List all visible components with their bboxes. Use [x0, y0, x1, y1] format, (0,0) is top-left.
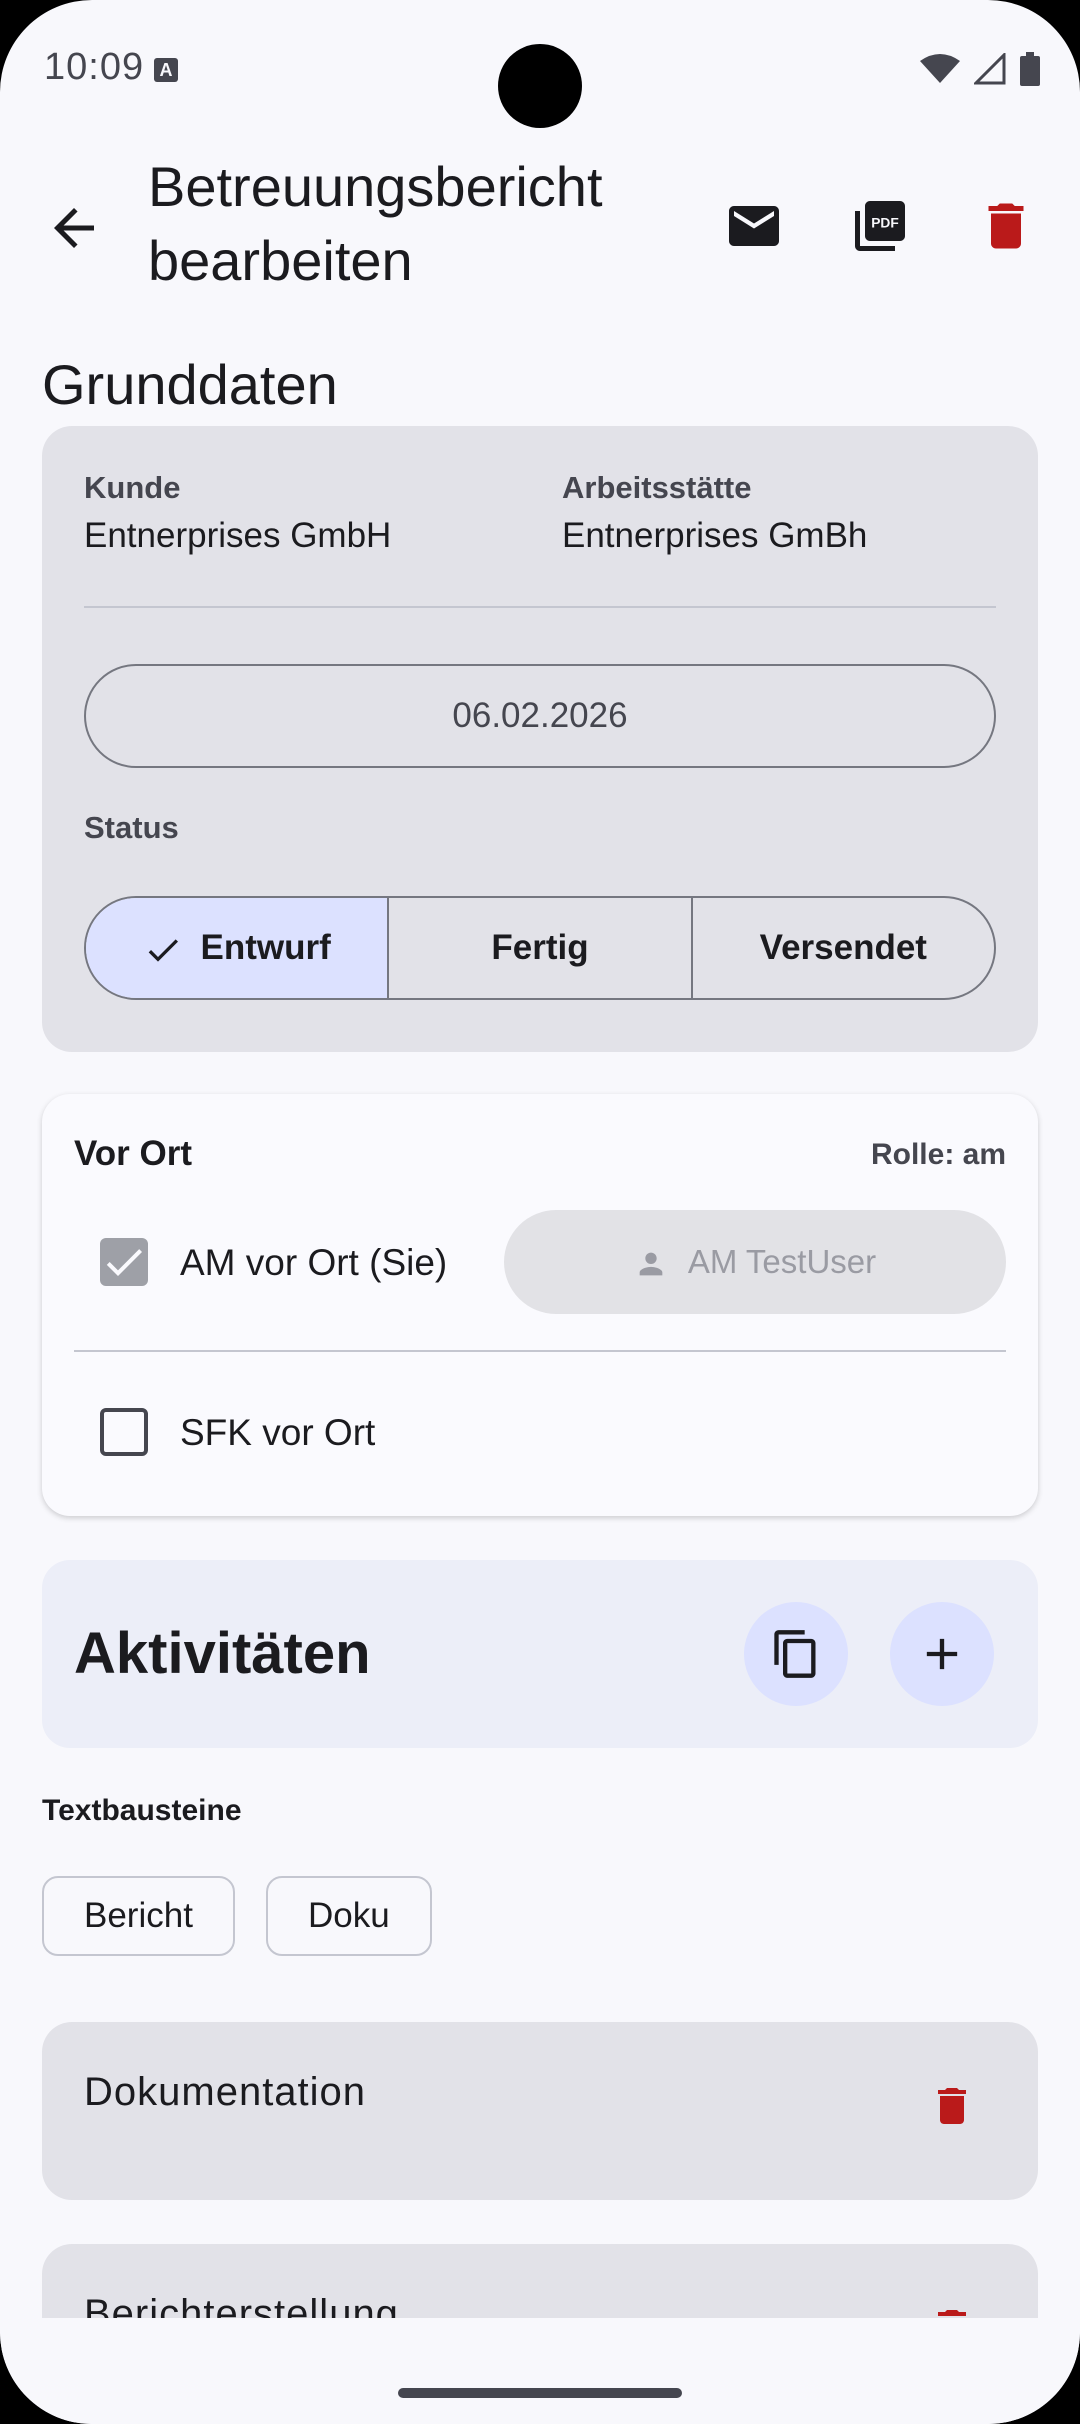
battery-icon — [1020, 52, 1040, 86]
am-vor-ort-checkbox[interactable] — [100, 1238, 148, 1286]
arbeitsstaette-label: Arbeitsstätte — [562, 470, 752, 505]
arbeitsstaette-value: Entnerprises GmBh — [562, 516, 868, 555]
am-user-field: AM TestUser — [504, 1210, 1006, 1314]
kunde-label: Kunde — [84, 470, 181, 505]
chip-bericht[interactable]: Bericht — [42, 1876, 235, 1956]
status-segmented-control: Entwurf Fertig Versendet — [84, 896, 996, 1000]
sfk-vor-ort-label: SFK vor Ort — [180, 1412, 376, 1453]
activity-card-dokumentation[interactable]: Dokumentation — [42, 2022, 1038, 2200]
copy-button[interactable] — [744, 1602, 848, 1706]
page-title-line2: bearbeiten — [148, 229, 413, 292]
home-indicator[interactable] — [398, 2388, 682, 2398]
mail-icon[interactable] — [724, 196, 784, 256]
status-option-label: Fertig — [491, 928, 589, 967]
back-arrow-icon[interactable] — [44, 198, 104, 258]
am-vor-ort-label: AM vor Ort (Sie) — [180, 1242, 448, 1283]
status-time: 10:09 — [44, 46, 145, 88]
section-title-grunddaten: Grunddaten — [42, 353, 338, 416]
activity-title: Dokumentation — [84, 2070, 367, 2114]
svg-text:PDF: PDF — [871, 215, 899, 230]
status-label: Status — [84, 810, 179, 845]
status-option-label: Entwurf — [200, 928, 331, 967]
status-option-fertig[interactable]: Fertig — [387, 898, 690, 998]
copy-icon — [774, 1630, 816, 1678]
navigation-bar — [0, 2318, 1080, 2424]
role-label: Rolle: am — [870, 1138, 1006, 1171]
vor-ort-title: Vor Ort — [74, 1134, 192, 1173]
status-icons — [920, 52, 1040, 86]
sfk-vor-ort-checkbox[interactable] — [100, 1408, 148, 1456]
grunddaten-card: Kunde Entnerprises GmbH Arbeitsstätte En… — [42, 426, 1038, 1052]
am-user-name: AM TestUser — [687, 1243, 877, 1280]
check-icon — [106, 1249, 142, 1276]
delete-icon[interactable] — [976, 196, 1036, 256]
divider — [74, 1350, 1006, 1352]
add-activity-button[interactable] — [890, 1602, 994, 1706]
divider — [84, 606, 996, 608]
aktivitaeten-title: Aktivitäten — [74, 1621, 371, 1686]
date-button[interactable]: 06.02.2026 — [84, 664, 996, 768]
delete-icon[interactable] — [928, 2082, 976, 2130]
person-icon — [639, 1252, 663, 1276]
vor-ort-card: Vor Ort Rolle: am AM vor Ort (Sie) AM Te… — [42, 1094, 1038, 1516]
kunde-value: Entnerprises GmbH — [84, 516, 392, 555]
screen: 10:09 A Betreuungsbericht bearbeiten PDF… — [0, 0, 1080, 2424]
status-option-entwurf[interactable]: Entwurf — [86, 898, 388, 998]
check-icon — [148, 939, 178, 962]
add-icon — [926, 1638, 958, 1670]
pdf-icon[interactable]: PDF — [850, 196, 910, 256]
textbausteine-label: Textbausteine — [42, 1794, 242, 1827]
aktivitaeten-header: Aktivitäten — [42, 1560, 1038, 1748]
page-title: Betreuungsbericht bearbeiten — [148, 150, 668, 298]
app-bar: Betreuungsbericht bearbeiten PDF — [0, 150, 1080, 300]
notification-icon: A — [154, 58, 178, 82]
status-bar: 10:09 A — [0, 0, 1080, 140]
chip-doku[interactable]: Doku — [266, 1876, 432, 1956]
camera-cutout — [498, 44, 582, 128]
status-option-label: Versendet — [759, 928, 927, 967]
status-option-versendet[interactable]: Versendet — [690, 898, 994, 998]
wifi-icon — [920, 54, 960, 83]
page-title-line1: Betreuungsbericht — [148, 155, 603, 218]
signal-icon — [974, 53, 1006, 85]
